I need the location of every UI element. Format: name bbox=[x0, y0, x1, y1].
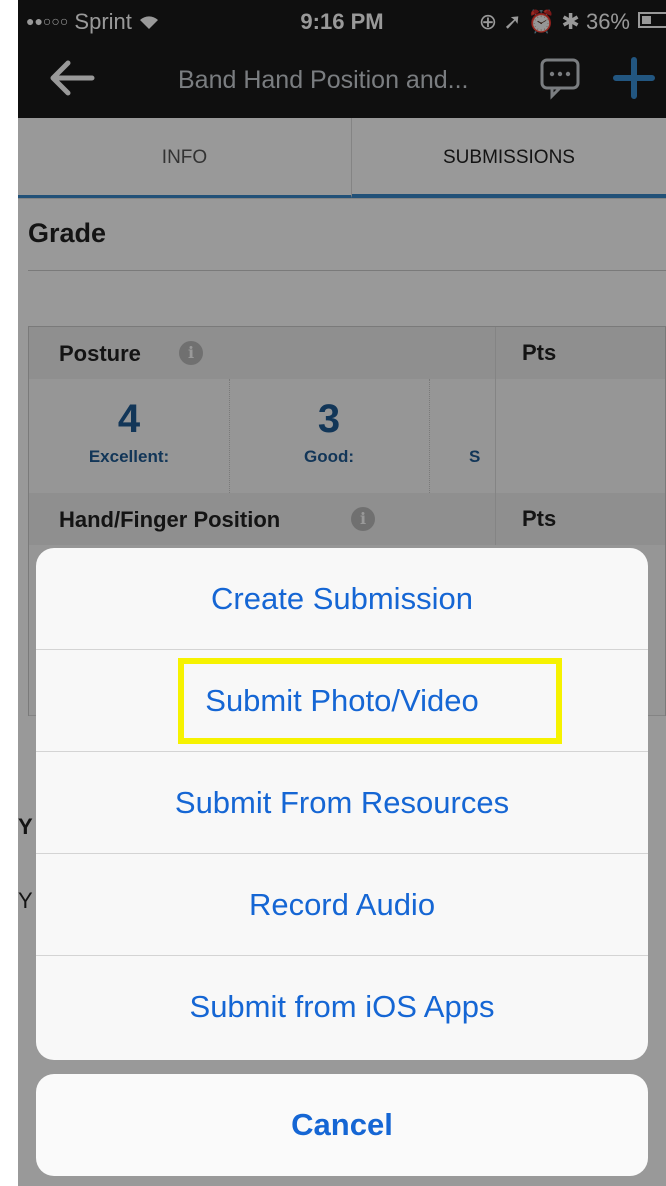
phone-screen: ●●○○○ Sprint 9:16 PM ⊕ ➚ ⏰ ✱ 36% Band Ha… bbox=[18, 0, 666, 1186]
action-sheet: Create Submission Submit Photo/Video Sub… bbox=[36, 548, 648, 1060]
cancel-button[interactable]: Cancel bbox=[36, 1074, 648, 1176]
record-audio-button[interactable]: Record Audio bbox=[36, 854, 648, 956]
submit-from-resources-button[interactable]: Submit From Resources bbox=[36, 752, 648, 854]
create-submission-button[interactable]: Create Submission bbox=[36, 548, 648, 650]
submit-photo-video-button[interactable]: Submit Photo/Video bbox=[36, 650, 648, 752]
submit-from-ios-apps-button[interactable]: Submit from iOS Apps bbox=[36, 956, 648, 1058]
